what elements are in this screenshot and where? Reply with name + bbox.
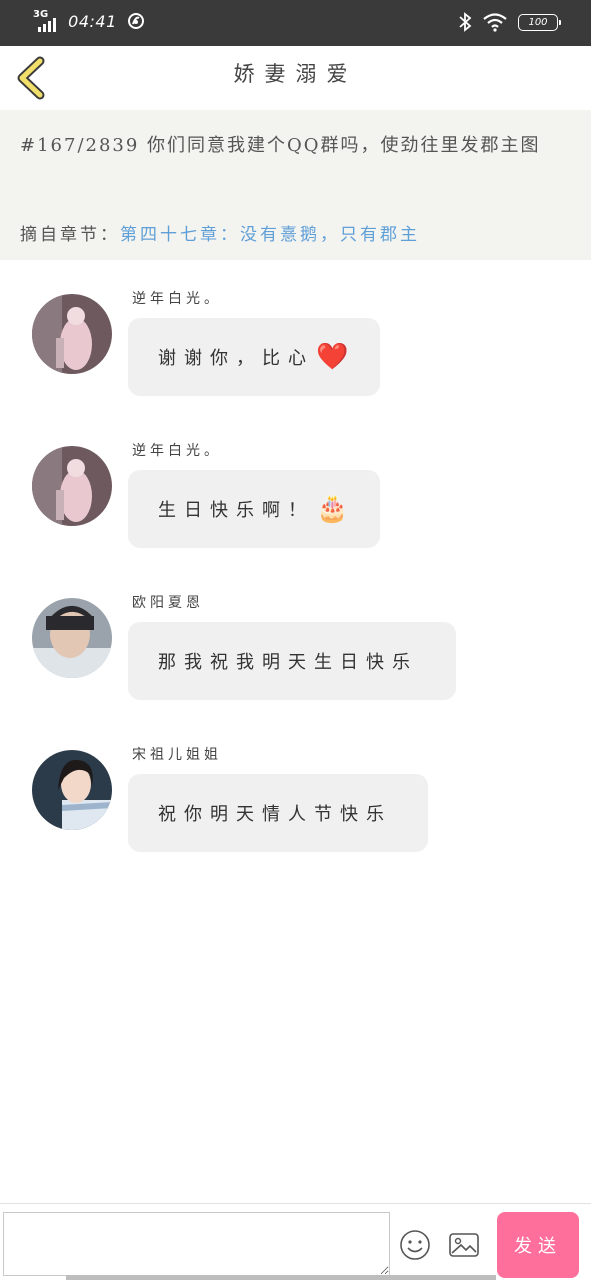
input-bar: 发送: [0, 1203, 591, 1280]
sender-name: 宋祖儿姐姐: [132, 747, 222, 763]
message-bubble: 生日快乐啊！ 🎂: [128, 470, 380, 548]
avatar[interactable]: [32, 446, 112, 526]
chapter-source: 摘自章节：第四十七章：没有憙鹅，只有郡主: [20, 220, 420, 245]
message-text: 那我祝我明天生日快乐: [158, 652, 418, 673]
nav-bar: 娇妻溺爱: [0, 46, 591, 110]
image-button[interactable]: [447, 1228, 481, 1262]
status-left: 3G 04:41: [33, 10, 145, 32]
message-item: 逆年白光。 生日快乐啊！ 🎂: [0, 432, 591, 572]
sender-name: 逆年白光。: [132, 443, 222, 459]
clock: 04:41: [68, 11, 117, 31]
emoji-button[interactable]: [398, 1228, 432, 1262]
avatar[interactable]: [32, 294, 112, 374]
heart-icon: ❤️: [316, 342, 357, 372]
message-text: 谢谢你，比心: [158, 348, 314, 369]
smiley-icon: [400, 1230, 430, 1260]
quote-text: #167/2839 你们同意我建个QQ群吗，使劲往里发郡主图: [20, 135, 541, 156]
battery-level: 100: [528, 16, 548, 28]
message-item: 欧阳夏恩 那我祝我明天生日快乐: [0, 584, 591, 724]
status-bar: 3G 04:41 100: [0, 0, 591, 46]
quote-panel: #167/2839 你们同意我建个QQ群吗，使劲往里发郡主图 摘自章节：第四十七…: [0, 110, 591, 260]
avatar[interactable]: [32, 598, 112, 678]
cake-icon: 🎂: [316, 494, 357, 524]
chapter-label: 摘自章节：: [20, 225, 120, 245]
battery-icon: 100: [518, 13, 561, 31]
page-title: 娇妻溺爱: [233, 62, 358, 86]
message-bubble: 祝你明天情人节快乐: [128, 774, 428, 852]
message-item: 宋祖儿姐姐 祝你明天情人节快乐: [0, 736, 591, 876]
message-text: 祝你明天情人节快乐: [158, 804, 392, 825]
message-text: 生日快乐啊！: [158, 500, 314, 521]
chapter-link[interactable]: 第四十七章：没有憙鹅，只有郡主: [120, 225, 420, 245]
wifi-icon: [483, 13, 507, 32]
message-item: 逆年白光。 谢谢你，比心 ❤️: [0, 280, 591, 420]
message-bubble: 那我祝我明天生日快乐: [128, 622, 456, 700]
avatar[interactable]: [32, 750, 112, 830]
message-input[interactable]: [3, 1212, 390, 1276]
nfc-icon: [127, 13, 144, 29]
image-icon: [449, 1233, 479, 1257]
bluetooth-icon: [459, 12, 472, 32]
home-indicator: [66, 1275, 496, 1280]
message-bubble: 谢谢你，比心 ❤️: [128, 318, 380, 396]
sender-name: 欧阳夏恩: [132, 595, 204, 611]
network-label: 3G: [33, 9, 49, 20]
status-right: 100: [458, 12, 561, 32]
sender-name: 逆年白光。: [132, 291, 222, 307]
send-button[interactable]: 发送: [497, 1212, 579, 1278]
